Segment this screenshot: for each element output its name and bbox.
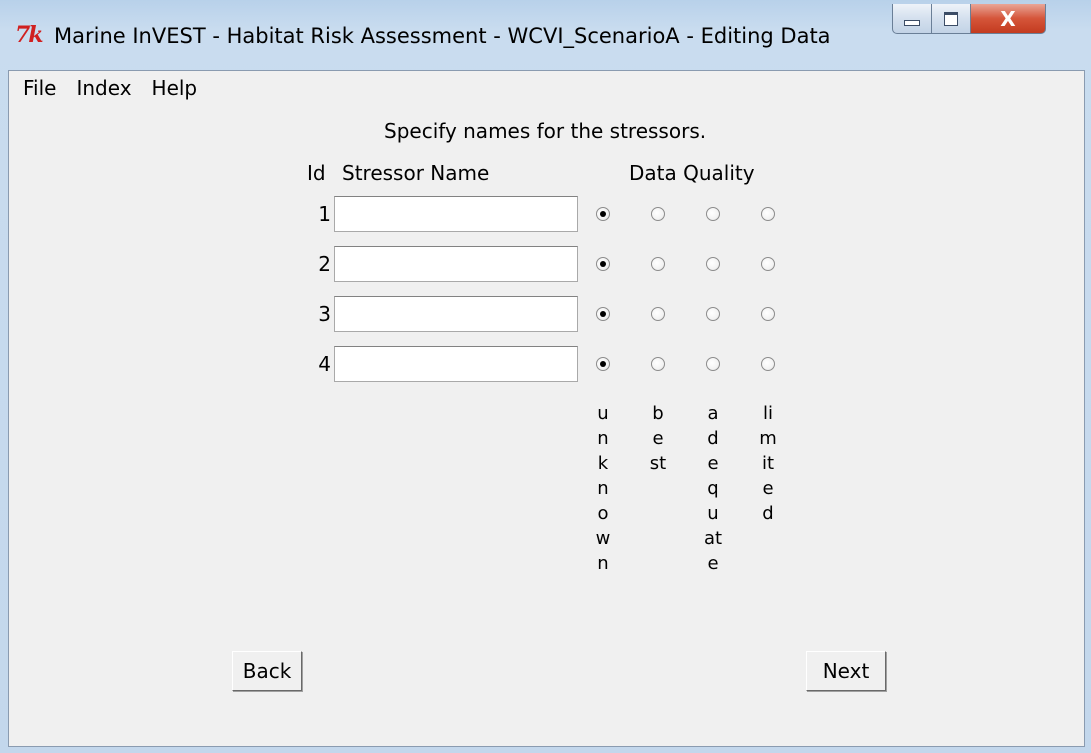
stressor-name-input-4[interactable] <box>334 346 578 382</box>
instruction-text: Specify names for the stressors. <box>384 119 707 143</box>
quality-label-best: best <box>649 403 667 474</box>
stressor-name-input-3[interactable] <box>334 296 578 332</box>
tk-logo-icon: 7k <box>15 22 44 48</box>
close-button[interactable]: X <box>970 4 1046 34</box>
quality-radio-limited-row-4[interactable] <box>761 357 775 371</box>
quality-radio-best-row-3[interactable] <box>651 307 665 321</box>
quality-radio-unknown-row-3[interactable] <box>596 307 610 321</box>
close-icon: X <box>1000 6 1016 31</box>
minimize-button[interactable] <box>892 4 932 34</box>
row-id-4: 4 <box>318 352 331 376</box>
stressor-name-input-1[interactable] <box>334 196 578 232</box>
id-column-header: Id <box>307 161 326 185</box>
quality-radio-unknown-row-4[interactable] <box>596 357 610 371</box>
quality-radio-best-row-4[interactable] <box>651 357 665 371</box>
menu-help[interactable]: Help <box>142 76 208 100</box>
quality-radio-unknown-row-1[interactable] <box>596 207 610 221</box>
quality-radio-best-row-1[interactable] <box>651 207 665 221</box>
maximize-button[interactable] <box>931 4 971 34</box>
minimize-icon <box>904 19 920 26</box>
menu-bar: File Index Help <box>9 71 1084 105</box>
quality-radio-adequate-row-3[interactable] <box>706 307 720 321</box>
quality-radio-limited-row-3[interactable] <box>761 307 775 321</box>
row-id-3: 3 <box>318 302 331 326</box>
menu-index[interactable]: Index <box>66 76 141 100</box>
quality-radio-adequate-row-2[interactable] <box>706 257 720 271</box>
quality-radio-unknown-row-2[interactable] <box>596 257 610 271</box>
client-area: File Index Help Specify names for the st… <box>8 70 1085 747</box>
application-window: 7k Marine InVEST - Habitat Risk Assessme… <box>0 0 1091 753</box>
row-id-1: 1 <box>318 202 331 226</box>
quality-radio-adequate-row-4[interactable] <box>706 357 720 371</box>
quality-label-adequate: adequate <box>703 403 723 574</box>
quality-radio-best-row-2[interactable] <box>651 257 665 271</box>
quality-radio-adequate-row-1[interactable] <box>706 207 720 221</box>
title-bar[interactable]: 7k Marine InVEST - Habitat Risk Assessme… <box>0 0 1091 70</box>
data-quality-column-header: Data Quality <box>629 161 755 185</box>
quality-label-unknown: unknown <box>595 403 611 574</box>
back-button[interactable]: Back <box>232 651 302 691</box>
quality-radio-limited-row-1[interactable] <box>761 207 775 221</box>
window-title: Marine InVEST - Habitat Risk Assessment … <box>54 24 831 48</box>
stressor-name-input-2[interactable] <box>334 246 578 282</box>
quality-radio-limited-row-2[interactable] <box>761 257 775 271</box>
menu-file[interactable]: File <box>9 76 66 100</box>
row-id-2: 2 <box>318 252 331 276</box>
maximize-icon <box>944 11 958 26</box>
quality-label-limited: limited <box>759 403 777 524</box>
next-button[interactable]: Next <box>806 651 886 691</box>
stressor-name-column-header: Stressor Name <box>342 161 490 185</box>
